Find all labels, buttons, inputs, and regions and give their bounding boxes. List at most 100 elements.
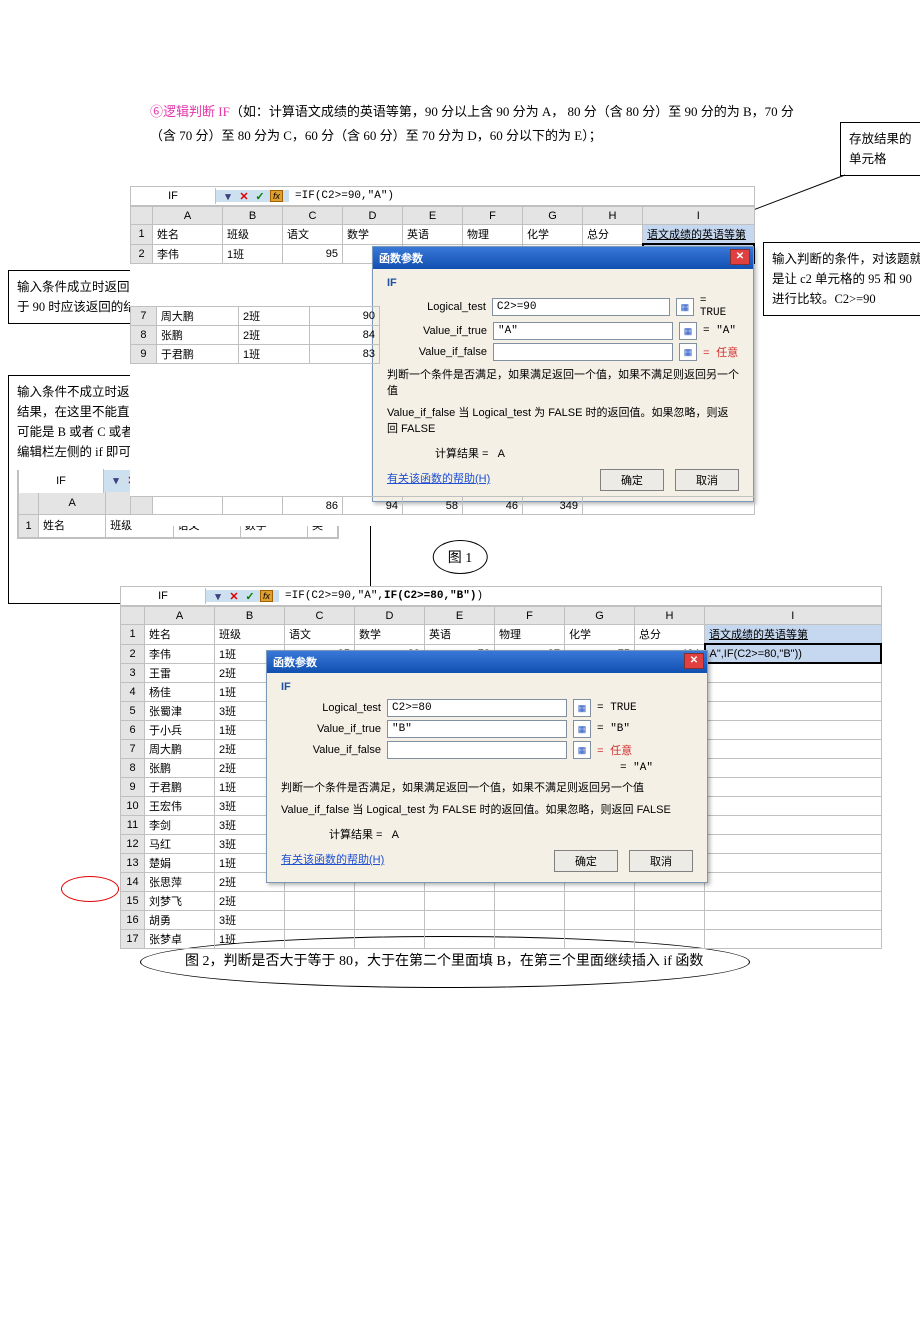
cell[interactable]: [705, 701, 882, 720]
cell[interactable]: [705, 777, 882, 796]
col-header[interactable]: C: [283, 207, 343, 225]
col-header[interactable]: E: [403, 207, 463, 225]
cell[interactable]: 语文: [285, 625, 355, 645]
cell[interactable]: [635, 891, 705, 910]
range-button[interactable]: ▦: [679, 343, 697, 361]
cell[interactable]: [705, 853, 882, 872]
value-if-true-input[interactable]: [387, 720, 567, 738]
col-header[interactable]: G: [523, 207, 583, 225]
cell[interactable]: 刘梦飞: [145, 891, 215, 910]
cell[interactable]: 于君鹏: [156, 345, 238, 364]
cell[interactable]: 张思萍: [145, 872, 215, 891]
cell[interactable]: [565, 891, 635, 910]
cancel-icon[interactable]: ✕: [228, 590, 240, 602]
cancel-button[interactable]: 取消: [629, 850, 693, 872]
cell[interactable]: [495, 910, 565, 929]
name-box[interactable]: IF: [121, 588, 206, 604]
col-header[interactable]: C: [285, 607, 355, 625]
cell[interactable]: 语文成绩的英语等第: [705, 625, 882, 645]
cell[interactable]: [705, 663, 882, 682]
cell[interactable]: [705, 834, 882, 853]
cell[interactable]: [355, 891, 425, 910]
cell[interactable]: [565, 910, 635, 929]
range-button[interactable]: ▦: [573, 699, 591, 717]
col-header[interactable]: F: [463, 207, 523, 225]
cell[interactable]: [705, 758, 882, 777]
cell[interactable]: [425, 910, 495, 929]
dropdown-icon[interactable]: ▾: [222, 190, 234, 202]
help-link[interactable]: 有关该函数的帮助(H): [387, 470, 490, 486]
cell[interactable]: [425, 929, 495, 948]
col-header[interactable]: B: [223, 207, 283, 225]
cell[interactable]: [425, 891, 495, 910]
cell[interactable]: [705, 796, 882, 815]
cell[interactable]: 班级: [215, 625, 285, 645]
col-header[interactable]: I: [643, 207, 755, 225]
cell[interactable]: [285, 910, 355, 929]
cell[interactable]: [705, 910, 882, 929]
logical-test-input[interactable]: [387, 699, 567, 717]
cell[interactable]: 1班: [215, 929, 285, 948]
cell[interactable]: 李伟: [145, 644, 215, 663]
cell[interactable]: [285, 929, 355, 948]
cell[interactable]: [495, 929, 565, 948]
dialog-title-bar[interactable]: 函数参数✕: [373, 247, 753, 269]
cell[interactable]: 马红: [145, 834, 215, 853]
cell[interactable]: [705, 682, 882, 701]
cell[interactable]: 楚娟: [145, 853, 215, 872]
enter-icon[interactable]: ✓: [244, 590, 256, 602]
name-box[interactable]: IF: [131, 188, 216, 204]
col-header[interactable]: H: [583, 207, 643, 225]
col-header[interactable]: G: [565, 607, 635, 625]
cell[interactable]: 90: [309, 307, 380, 326]
cell[interactable]: 3班: [215, 910, 285, 929]
cell[interactable]: [635, 910, 705, 929]
dropdown-icon[interactable]: ▾: [212, 590, 224, 602]
enter-icon[interactable]: ✓: [254, 190, 266, 202]
logical-test-input[interactable]: [492, 298, 670, 316]
cell[interactable]: [635, 929, 705, 948]
value-if-true-input[interactable]: [493, 322, 673, 340]
cell[interactable]: [705, 891, 882, 910]
range-button[interactable]: ▦: [573, 741, 591, 759]
cell[interactable]: [705, 929, 882, 948]
col-header[interactable]: H: [635, 607, 705, 625]
cell[interactable]: [565, 929, 635, 948]
range-button[interactable]: ▦: [679, 322, 697, 340]
col-header[interactable]: A: [145, 607, 215, 625]
col-header[interactable]: F: [495, 607, 565, 625]
value-if-false-input[interactable]: [493, 343, 673, 361]
cell[interactable]: [355, 910, 425, 929]
close-icon[interactable]: ✕: [684, 653, 704, 669]
range-button[interactable]: ▦: [676, 298, 694, 316]
cell[interactable]: 胡勇: [145, 910, 215, 929]
cancel-icon[interactable]: ✕: [238, 190, 250, 202]
cell[interactable]: 张梦卓: [145, 929, 215, 948]
dialog-title-bar[interactable]: 函数参数✕: [267, 651, 707, 673]
cell[interactable]: 2班: [239, 307, 309, 326]
cell[interactable]: 2班: [215, 891, 285, 910]
cell[interactable]: [495, 891, 565, 910]
cell[interactable]: [705, 872, 882, 891]
cell[interactable]: [285, 891, 355, 910]
cell[interactable]: 化学: [565, 625, 635, 645]
formula-text[interactable]: =IF(C2>=90,"A"): [289, 188, 400, 204]
range-button[interactable]: ▦: [573, 720, 591, 738]
cell[interactable]: 于小兵: [145, 720, 215, 739]
col-header[interactable]: I: [705, 607, 882, 625]
col-header[interactable]: A: [153, 207, 223, 225]
cell[interactable]: 总分: [635, 625, 705, 645]
cell[interactable]: 张鹏: [145, 758, 215, 777]
cell[interactable]: 1班: [239, 345, 309, 364]
cell[interactable]: [705, 815, 882, 834]
cell[interactable]: 物理: [495, 625, 565, 645]
cancel-button[interactable]: 取消: [675, 469, 739, 491]
ok-button[interactable]: 确定: [600, 469, 664, 491]
cell[interactable]: [355, 929, 425, 948]
cell[interactable]: 84: [309, 326, 380, 345]
col-header[interactable]: D: [355, 607, 425, 625]
cell[interactable]: 周大鹏: [145, 739, 215, 758]
dropdown-icon[interactable]: ▾: [110, 475, 122, 487]
cell[interactable]: A",IF(C2>=80,"B")): [705, 644, 882, 663]
col-header[interactable]: B: [215, 607, 285, 625]
